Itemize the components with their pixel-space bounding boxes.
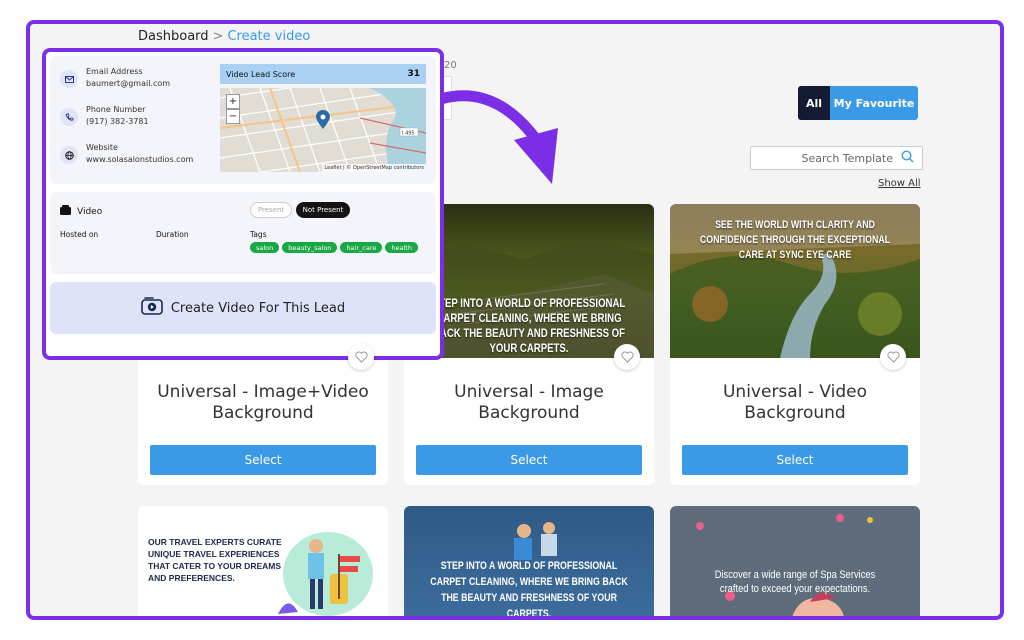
video-lead-score: Video Lead Score 31 [220, 64, 426, 84]
tag-badge: hair_care [340, 242, 383, 253]
video-section: Video Present Not Present Hosted on Dura… [50, 192, 436, 274]
video-heading: Video [60, 205, 102, 218]
create-video-label: Create Video For This Lead [170, 300, 346, 316]
show-all-link[interactable]: Show All [878, 178, 921, 189]
thumbnail-caption: STEP INTO A WORLD OF PROFESSIONAL CARPET… [430, 560, 628, 616]
map-tiles: I 495 [220, 88, 426, 172]
search-input[interactable] [757, 151, 893, 165]
breadcrumb-separator: > [212, 29, 224, 44]
email-icon [60, 70, 78, 88]
template-card-5[interactable]: STEP INTO A WORLD OF PROFESSIONAL CARPET… [404, 506, 654, 616]
template-title: Universal - Video Background [722, 382, 868, 423]
app-frame: Dashboard > Create video 20 All My Favouri… [26, 20, 1004, 620]
hosted-on-label: Hosted on [60, 230, 99, 239]
template-title: Universal - Image+Video Background [157, 382, 369, 423]
favourite-heart-icon[interactable] [880, 344, 906, 370]
select-template-button[interactable]: Select [150, 445, 376, 475]
template-card-3: SEE THE WORLD WITH CLARITY AND CONFIDENC… [670, 204, 920, 485]
phone-contact: Phone Number (917) 382-3781 [60, 104, 149, 128]
website-value[interactable]: www.solasalonstudios.com [86, 154, 193, 166]
template-filter: All My Favourite [798, 86, 918, 120]
tags-label: Tags [250, 230, 267, 239]
map-attribution[interactable]: Leaflet | © OpenStreetMap contributors [322, 164, 426, 172]
email-label: Email Address [86, 67, 143, 76]
map-zoom-out-button[interactable]: − [226, 109, 240, 124]
template-card-6[interactable]: Discover a wide range of Spa Services cr… [670, 506, 920, 616]
website-label: Website [86, 143, 118, 152]
tags-list: salon beauty_salon hair_care health [250, 242, 418, 253]
tag-badge: health [385, 242, 418, 253]
phone-icon [60, 108, 78, 126]
breadcrumb-root[interactable]: Dashboard [138, 29, 209, 44]
template-card-4[interactable]: OUR TRAVEL EXPERTS CURATE UNIQUE TRAVEL … [138, 506, 388, 616]
score-label: Video Lead Score [226, 69, 296, 79]
template-thumbnail[interactable]: SEE THE WORLD WITH CLARITY AND CONFIDENC… [670, 204, 920, 358]
video-play-icon [141, 297, 163, 319]
map-road-label: I 495 [402, 131, 415, 137]
tag-badge: salon [250, 242, 280, 253]
thumbnail-caption: SEE THE WORLD WITH CLARITY AND CONFIDENC… [699, 219, 891, 261]
favourite-heart-icon[interactable] [614, 344, 640, 370]
template-title: Universal - Image Background [454, 382, 604, 423]
email-contact: Email Address baumert@gmail.com [60, 66, 170, 90]
score-value: 31 [407, 69, 420, 79]
thumbnail-caption: Discover a wide range of Spa Services cr… [714, 569, 876, 595]
tag-badge: beauty_salon [282, 242, 338, 253]
filter-all-button[interactable]: All [798, 86, 830, 120]
breadcrumb: Dashboard > Create video [138, 29, 310, 44]
video-camera-icon [60, 205, 71, 218]
search-box [750, 146, 923, 170]
lead-info-panel: Email Address baumert@gmail.com Phone Nu… [42, 48, 444, 360]
present-toggle[interactable]: Present [250, 202, 292, 218]
video-label: Video [77, 206, 103, 217]
thumbnail-caption: STEP INTO A WORLD OF PROFESSIONAL CARPET… [432, 296, 626, 355]
background-hint-text: 20 [444, 60, 457, 71]
search-icon[interactable] [901, 150, 914, 166]
lead-contact-section: Email Address baumert@gmail.com Phone Nu… [50, 56, 436, 184]
spa-illustration [696, 514, 873, 616]
map-pin-icon[interactable] [316, 110, 330, 130]
select-template-button[interactable]: Select [416, 445, 642, 475]
not-present-toggle[interactable]: Not Present [296, 202, 350, 218]
phone-value[interactable]: (917) 382-3781 [86, 116, 149, 128]
breadcrumb-current: Create video [227, 29, 311, 44]
traveler-illustration [278, 532, 373, 616]
filter-favourite-button[interactable]: My Favourite [830, 86, 918, 120]
duration-label: Duration [156, 230, 189, 239]
website-contact: Website www.solasalonstudios.com [60, 142, 193, 166]
favourite-heart-icon[interactable] [348, 344, 374, 370]
email-value[interactable]: baumert@gmail.com [86, 78, 170, 90]
location-map[interactable]: I 495 + − Leaflet | © OpenStreetMap cont… [220, 88, 426, 172]
select-template-button[interactable]: Select [682, 445, 908, 475]
create-video-button[interactable]: Create Video For This Lead [50, 282, 436, 334]
phone-label: Phone Number [86, 105, 146, 114]
thumbnail-caption: OUR TRAVEL EXPERTS CURATE UNIQUE TRAVEL … [148, 537, 282, 583]
map-zoom-in-button[interactable]: + [226, 94, 240, 109]
globe-icon [60, 146, 78, 164]
